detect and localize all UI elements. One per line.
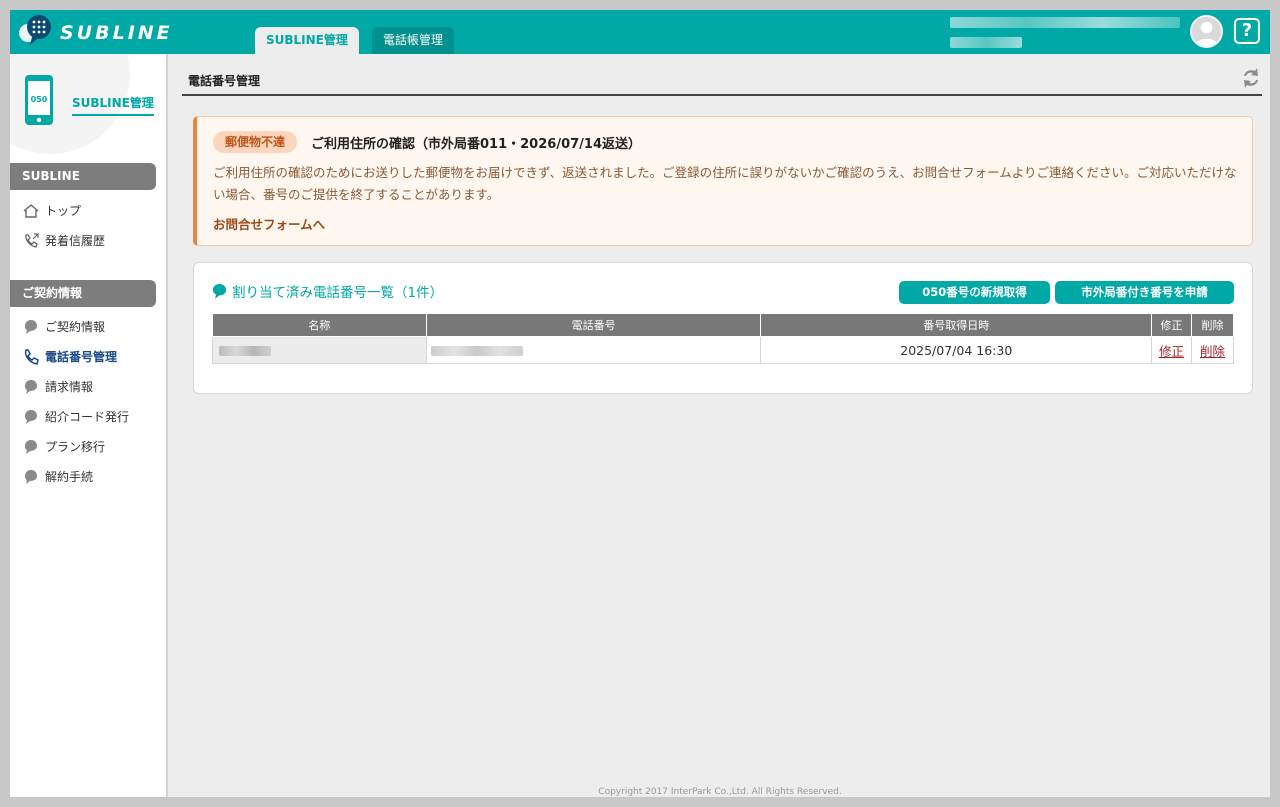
- account-info-redacted: [950, 17, 1180, 28]
- sidebar-item-label: 発着信履歴: [45, 234, 106, 248]
- cell-edit: 修正: [1151, 336, 1193, 364]
- chat-bubble-logo-icon[interactable]: [18, 13, 54, 49]
- bubble-icon: [25, 380, 37, 394]
- sidebar-title: SUBLINE管理: [72, 94, 154, 116]
- sidebar-item-label: 解約手続: [45, 470, 94, 484]
- sidebar-item-call-history[interactable]: 発着信履歴: [22, 231, 105, 251]
- notice-badge: 郵便物不達: [213, 131, 298, 153]
- column-header-edit: 修正: [1151, 313, 1193, 337]
- sidebar-item-referral-code[interactable]: 紹介コード発行: [22, 407, 129, 427]
- user-avatar-icon[interactable]: [1190, 15, 1223, 48]
- notice-box: 郵便物不達 ご利用住所の確認（市外局番011・2026/07/14返送） ご利用…: [193, 116, 1253, 246]
- phone-icon-label: 050: [31, 95, 48, 104]
- page-title: 電話番号管理: [188, 74, 261, 88]
- copyright: Copyright 2017 InterPark Co.,Ltd. All Ri…: [598, 787, 842, 797]
- column-header-name: 名称: [212, 313, 427, 337]
- panel-title: 割り当て済み電話番号一覧（1件）: [212, 281, 443, 301]
- sidebar-item-label: プラン移行: [45, 440, 106, 454]
- app-window: SUBLINE SUBLINE管理 電話帳管理 ? 050 SUBLINE管理 …: [10, 10, 1270, 797]
- column-header-phone: 電話番号: [425, 313, 762, 337]
- smartphone-icon: 050: [25, 75, 53, 125]
- delete-link[interactable]: 削除: [1200, 344, 1225, 359]
- sidebar-heading-contract: ご契約情報: [10, 280, 156, 307]
- column-header-delete: 削除: [1191, 313, 1234, 337]
- sidebar: 050 SUBLINE管理 SUBLINE トップ 発着信履歴 ご契約情報 ご契…: [10, 54, 168, 797]
- main-content: 電話番号管理 郵便物不達 ご利用住所の確認（市外局番011・2026/07/14…: [170, 54, 1270, 797]
- notice-title: ご利用住所の確認（市外局番011・2026/07/14返送）: [311, 137, 641, 152]
- tab-subline-admin[interactable]: SUBLINE管理: [255, 27, 359, 54]
- sidebar-item-label: ご契約情報: [45, 320, 106, 334]
- table-header-row: 名称 電話番号 番号取得日時 修正 削除: [212, 313, 1234, 337]
- sidebar-item-phone-number-admin[interactable]: 電話番号管理: [22, 347, 117, 367]
- bubble-icon: [25, 440, 37, 454]
- contact-form-link[interactable]: お問合せフォームへ: [213, 214, 325, 233]
- refresh-icon[interactable]: [1240, 66, 1262, 90]
- column-header-acquired: 番号取得日時: [760, 313, 1153, 337]
- numbers-table: 名称 電話番号 番号取得日時 修正 削除 2025/07/04 16:30 修正…: [212, 313, 1234, 364]
- panel-title-text: 割り当て済み電話番号一覧（1件）: [232, 285, 444, 301]
- top-header: SUBLINE SUBLINE管理 電話帳管理 ?: [10, 10, 1270, 54]
- new-050-number-button[interactable]: 050番号の新規取得: [899, 281, 1050, 304]
- sidebar-item-billing[interactable]: 請求情報: [22, 377, 93, 397]
- home-icon: [23, 204, 39, 218]
- table-row: 2025/07/04 16:30 修正 削除: [212, 336, 1234, 364]
- phone-icon: [24, 349, 39, 365]
- phone-history-icon: [25, 233, 39, 248]
- cell-delete: 削除: [1191, 336, 1234, 364]
- sidebar-item-cancellation[interactable]: 解約手続: [22, 467, 93, 487]
- bubble-icon: [25, 410, 37, 424]
- brand-name: SUBLINE: [60, 22, 173, 44]
- sidebar-item-contract-info[interactable]: ご契約情報: [22, 317, 105, 337]
- cell-name: [212, 336, 427, 364]
- edit-link[interactable]: 修正: [1159, 344, 1184, 359]
- assigned-numbers-panel: 割り当て済み電話番号一覧（1件） 050番号の新規取得 市外局番付き番号を申請 …: [193, 262, 1253, 394]
- sidebar-item-top[interactable]: トップ: [22, 201, 81, 221]
- tab-phonebook-admin[interactable]: 電話帳管理: [372, 27, 455, 54]
- sidebar-item-label: トップ: [45, 204, 82, 218]
- sidebar-heading-subline: SUBLINE: [10, 163, 156, 190]
- bubble-icon: [25, 320, 37, 334]
- sidebar-item-label: 紹介コード発行: [45, 410, 130, 424]
- cell-phone: [425, 336, 762, 364]
- title-divider: [182, 94, 1262, 96]
- bubble-icon: [25, 470, 37, 484]
- phone-redacted: [430, 345, 523, 356]
- sidebar-item-label: 請求情報: [45, 380, 94, 394]
- name-redacted: [219, 345, 271, 356]
- account-id-redacted: [950, 37, 1022, 48]
- sidebar-item-label: 電話番号管理: [45, 350, 118, 364]
- notice-body: ご利用住所の確認のためにお送りした郵便物をお届けできず、返送されました。ご登録の…: [213, 165, 1237, 202]
- question-icon[interactable]: ?: [1234, 18, 1260, 44]
- bubble-icon: [213, 283, 226, 299]
- apply-area-code-number-button[interactable]: 市外局番付き番号を申請: [1055, 281, 1234, 304]
- sidebar-item-plan-change[interactable]: プラン移行: [22, 437, 105, 457]
- cell-acquired: 2025/07/04 16:30: [760, 336, 1153, 364]
